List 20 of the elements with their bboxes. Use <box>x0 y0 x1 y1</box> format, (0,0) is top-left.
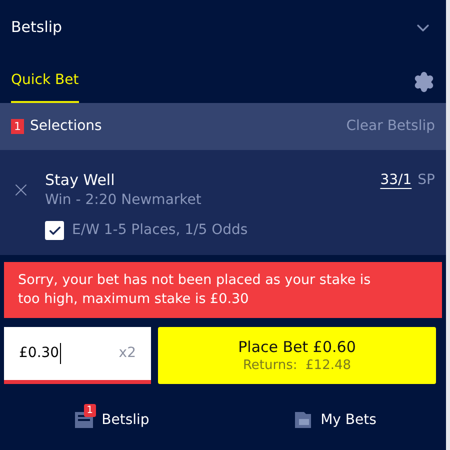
count-badge: 1 <box>11 119 24 134</box>
selections-label: Selections <box>30 117 102 136</box>
header-title: Betslip <box>11 17 62 38</box>
each-way-label: E/W 1-5 Places, 1/5 Odds <box>72 221 248 240</box>
nav-tab[interactable]: My Bets <box>223 400 446 434</box>
folder-icon <box>292 410 313 430</box>
error-message: Sorry, your bet has not been placed as your stake is too high, maximum stake is £0.30 <box>4 262 442 318</box>
nav-tab[interactable]: 1 Betslip <box>0 400 223 434</box>
market-text: Win - 2:20 Newmarket <box>45 191 202 210</box>
each-way-checkbox[interactable] <box>45 221 64 240</box>
selection-name: Stay Well <box>45 170 116 190</box>
nav-badge: 1 <box>84 404 96 417</box>
price-type: SP <box>418 171 435 190</box>
stake-field[interactable]: £0.30 x2 <box>4 327 151 384</box>
settings-icon[interactable] <box>413 71 435 93</box>
multiplier: x2 <box>118 344 136 363</box>
odds[interactable]: 33/1 <box>380 170 412 191</box>
stake-value: £0.30 <box>19 343 62 364</box>
place-bet-button[interactable]: Place Bet £0.60 Returns: £12.48 <box>158 327 436 384</box>
check-icon <box>48 224 62 238</box>
